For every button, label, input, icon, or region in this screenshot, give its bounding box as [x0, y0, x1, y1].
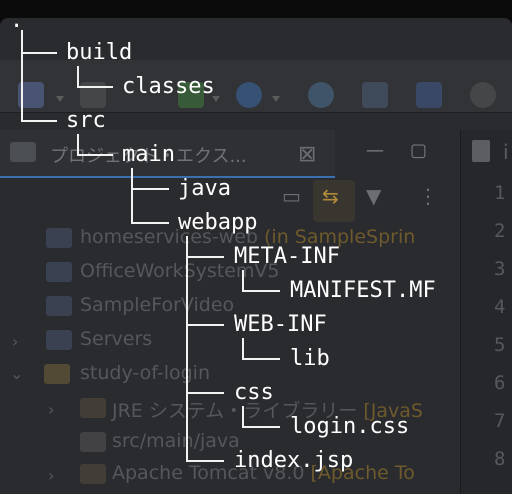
tree-connector — [242, 426, 280, 428]
tree-connector — [242, 270, 244, 291]
tree-node-index-jsp: index.jsp — [234, 448, 354, 473]
tree-connector — [131, 222, 169, 224]
tree-connector — [242, 358, 280, 360]
tree-connector — [131, 168, 133, 223]
tree-connector — [186, 460, 224, 462]
tree-node-classes: classes — [122, 74, 215, 99]
tree-connector — [242, 406, 244, 427]
tree-node-web-inf: WEB-INF — [234, 312, 327, 337]
tree-connector — [186, 236, 188, 461]
tree-connector — [131, 188, 169, 190]
tree-node-lib: lib — [290, 346, 330, 371]
tree-connector — [186, 256, 224, 258]
directory-tree: . build classes src main java webapp MET… — [0, 0, 512, 494]
tree-connector — [21, 120, 57, 122]
tree-connector — [242, 290, 280, 292]
tree-node-login-css: login.css — [290, 414, 410, 439]
tree-node-java: java — [178, 176, 231, 201]
tree-node-manifest: MANIFEST.MF — [290, 278, 436, 303]
tree-connector — [77, 86, 113, 88]
tree-connector — [77, 66, 79, 87]
tree-node-src: src — [66, 108, 106, 133]
tree-connector — [186, 392, 224, 394]
tree-node-meta-inf: META-INF — [234, 244, 340, 269]
tree-connector — [77, 134, 79, 155]
tree-node-webapp: webapp — [178, 210, 258, 235]
tree-connector — [242, 338, 244, 359]
tree-node-css: css — [234, 380, 274, 405]
tree-connector — [21, 30, 23, 121]
tree-connector — [21, 52, 57, 54]
tree-node-main: main — [122, 142, 175, 167]
tree-connector — [186, 324, 224, 326]
tree-node-build: build — [66, 40, 133, 65]
tree-connector — [77, 154, 113, 156]
